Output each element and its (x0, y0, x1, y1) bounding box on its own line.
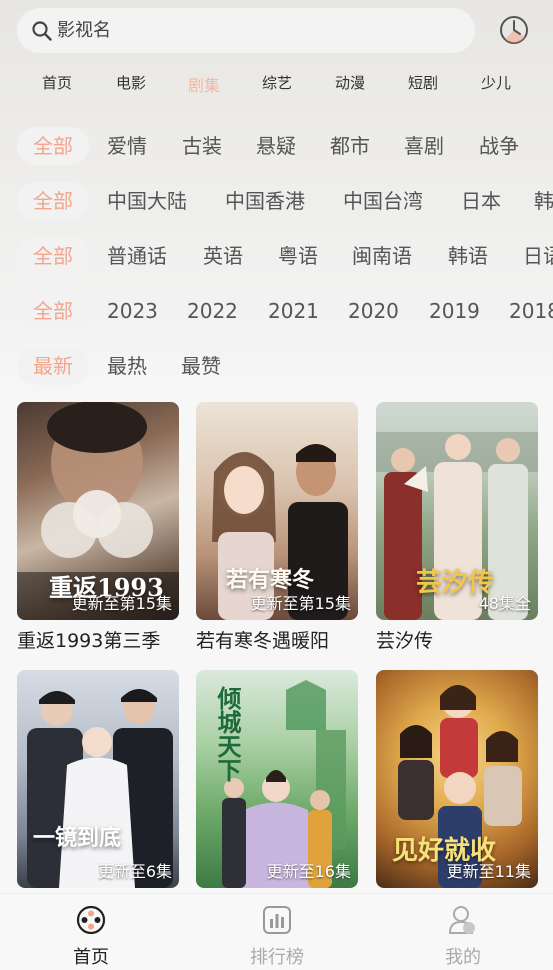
show-title: 芸汐传 (376, 630, 434, 652)
tab-anime[interactable]: 动漫 (320, 72, 380, 93)
show-poster: 一镜到底 更新至6集 (17, 670, 179, 888)
sort-filter-row: 最新 最热 最赞 (0, 347, 553, 387)
tab-movie[interactable]: 电影 (101, 72, 161, 93)
genre-chip[interactable]: 古装 (182, 127, 222, 165)
nav-label: 我的 (445, 947, 481, 968)
show-poster: 倾城天下 更新至16集 (196, 670, 358, 888)
clock-icon (497, 16, 531, 51)
show-poster: 重返1993 更新至第15集 (17, 402, 179, 620)
poster-title-art: 倾城天下 (213, 686, 242, 782)
region-chip[interactable]: 中国台湾 (343, 182, 423, 220)
show-card[interactable]: 芸汐传 48集全 芸汐传 (376, 402, 538, 653)
episode-badge: 更新至6集 (97, 862, 172, 881)
search-icon (31, 20, 53, 42)
tab-kids[interactable]: 少儿 (466, 72, 526, 93)
nav-home[interactable]: 首页 (31, 894, 151, 970)
language-chip[interactable]: 普通话 (107, 237, 167, 275)
region-chip-all[interactable]: 全部 (17, 182, 89, 220)
show-title: 若有寒冬遇暖阳 (196, 630, 330, 652)
year-filter-row: 全部 2023 2022 2021 2020 2019 2018 (0, 292, 553, 332)
year-chip[interactable]: 2022 (187, 292, 238, 330)
search-bar[interactable] (17, 8, 475, 53)
show-poster: 若有寒冬 更新至第15集 (196, 402, 358, 620)
year-chip[interactable]: 2018 (509, 292, 553, 330)
region-chip[interactable]: 中国大陆 (107, 182, 187, 220)
year-chip[interactable]: 2020 (348, 292, 399, 330)
language-chip[interactable]: 粤语 (278, 237, 318, 275)
search-input[interactable] (57, 20, 437, 41)
tab-short-drama[interactable]: 短剧 (393, 72, 453, 93)
language-chip-all[interactable]: 全部 (17, 237, 89, 275)
show-card[interactable]: 若有寒冬 更新至第15集 若有寒冬遇暖阳 (196, 402, 358, 653)
episode-badge: 更新至第15集 (250, 594, 351, 613)
show-poster: 见好就收 更新至11集 (376, 670, 538, 888)
nav-profile[interactable]: 我的 (403, 894, 523, 970)
nav-label: 排行榜 (250, 947, 304, 968)
nav-label: 首页 (73, 947, 109, 968)
genre-chip[interactable]: 都市 (330, 127, 370, 165)
bar-chart-icon (261, 904, 293, 936)
language-chip[interactable]: 韩语 (448, 237, 488, 275)
show-card[interactable]: 倾城天下 更新至16集 (196, 670, 358, 888)
region-chip[interactable]: 日本 (461, 182, 501, 220)
film-reel-icon (75, 904, 107, 936)
category-tabs: 首页 电影 剧集 综艺 动漫 短剧 少儿 (0, 72, 553, 98)
genre-chip-all[interactable]: 全部 (17, 127, 89, 165)
show-poster: 芸汐传 48集全 (376, 402, 538, 620)
year-chip[interactable]: 2021 (268, 292, 319, 330)
sort-chip-latest[interactable]: 最新 (17, 347, 89, 385)
bottom-nav: 首页 排行榜 我的 (0, 893, 553, 970)
genre-chip[interactable]: 悬疑 (256, 127, 296, 165)
sort-chip-most-liked[interactable]: 最赞 (181, 347, 221, 385)
region-chip[interactable]: 韩国 (534, 182, 553, 220)
sort-chip-hottest[interactable]: 最热 (107, 347, 147, 385)
nav-ranking[interactable]: 排行榜 (217, 894, 337, 970)
tab-variety[interactable]: 综艺 (247, 72, 307, 93)
tab-home[interactable]: 首页 (27, 72, 87, 93)
history-button[interactable] (497, 13, 531, 47)
genre-chip[interactable]: 喜剧 (404, 127, 444, 165)
episode-badge: 更新至16集 (266, 862, 351, 881)
year-chip[interactable]: 2023 (107, 292, 158, 330)
year-chip[interactable]: 2019 (429, 292, 480, 330)
genre-filter-row: 全部 爱情 古装 悬疑 都市 喜剧 战争 (0, 127, 553, 167)
language-chip[interactable]: 闽南语 (352, 237, 412, 275)
year-chip-all[interactable]: 全部 (17, 292, 89, 330)
show-card[interactable]: 重返1993 更新至第15集 重返1993第三季 (17, 402, 179, 653)
genre-chip[interactable]: 爱情 (107, 127, 147, 165)
language-filter-row: 全部 普通话 英语 粤语 闽南语 韩语 日语 (0, 237, 553, 277)
show-card[interactable]: 见好就收 更新至11集 (376, 670, 538, 888)
episode-badge: 更新至第15集 (71, 594, 172, 613)
language-chip[interactable]: 英语 (203, 237, 243, 275)
episode-badge: 48集全 (478, 594, 531, 613)
show-title: 重返1993第三季 (17, 630, 161, 652)
episode-badge: 更新至11集 (446, 862, 531, 881)
region-filter-row: 全部 中国大陆 中国香港 中国台湾 日本 韩国 (0, 182, 553, 222)
poster-title-art: 一镜到底 (33, 825, 122, 851)
genre-chip[interactable]: 战争 (479, 127, 519, 165)
region-chip[interactable]: 中国香港 (225, 182, 305, 220)
show-card[interactable]: 一镜到底 更新至6集 (17, 670, 179, 888)
user-icon (447, 904, 479, 936)
tab-series[interactable]: 剧集 (174, 72, 234, 96)
language-chip[interactable]: 日语 (523, 237, 553, 275)
